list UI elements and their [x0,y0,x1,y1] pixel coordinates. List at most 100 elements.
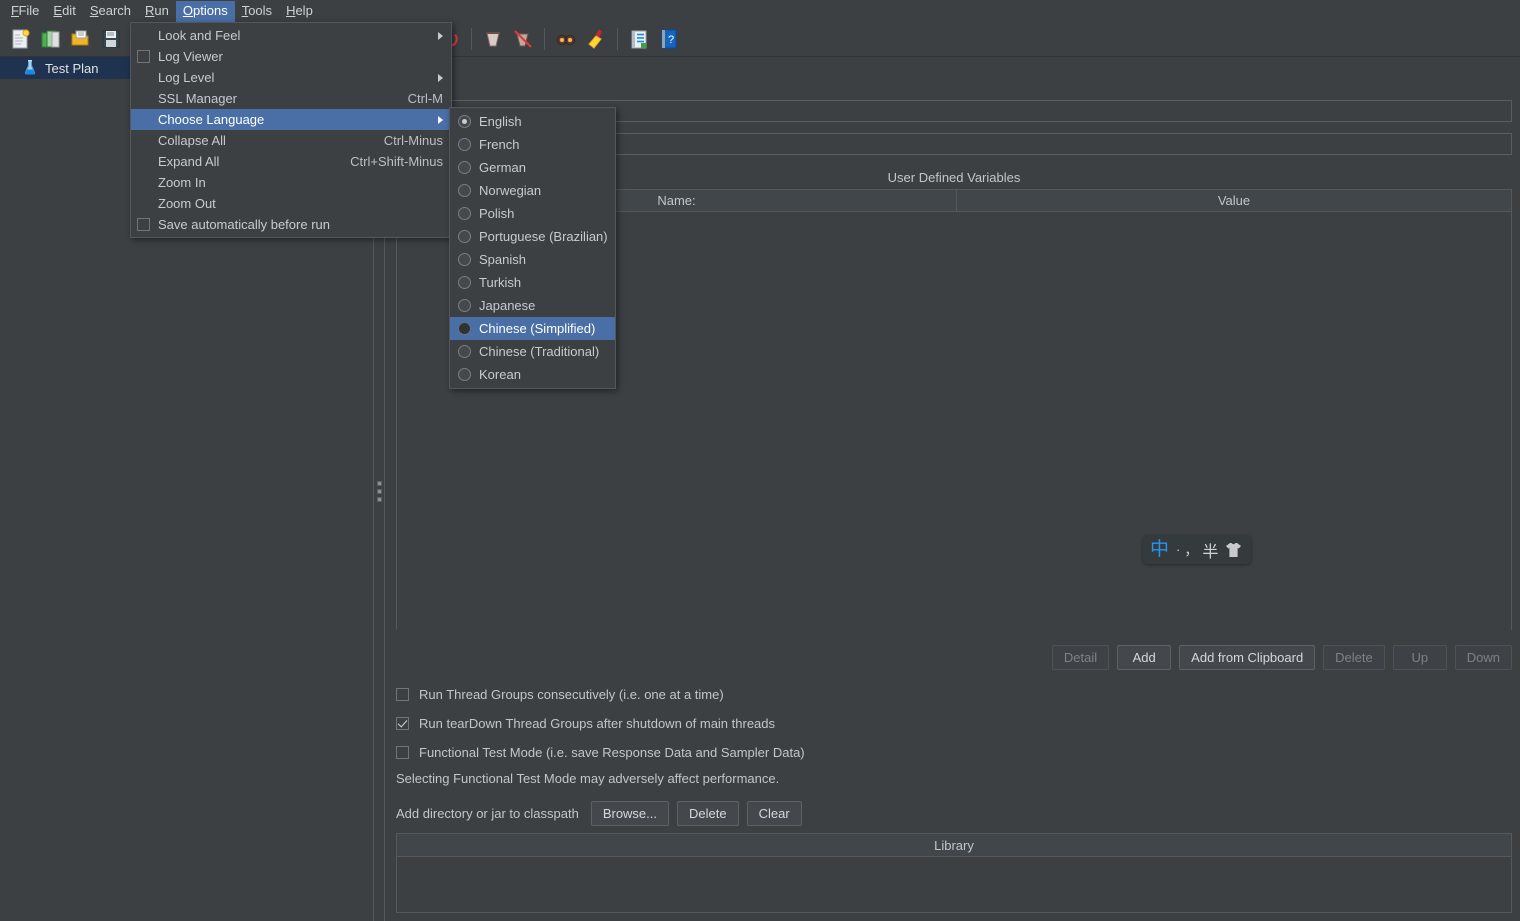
language-item-chinese-traditional-label: Chinese (Traditional) [479,344,600,359]
clear-icon[interactable] [480,26,506,52]
menu-item-look-and-feel[interactable]: Look and Feel [131,25,451,46]
menu-item-log-level[interactable]: Log Level [131,67,451,88]
menu-item-log-viewer-label: Log Viewer [158,49,223,64]
menu-item-zoom-out[interactable]: Zoom Out [131,193,451,214]
radio-english-icon[interactable] [458,115,471,128]
column-header-library[interactable]: Library [397,834,1511,857]
toolbar-separator [544,28,545,50]
menu-item-expand-all[interactable]: Expand All Ctrl+Shift-Minus [131,151,451,172]
help-icon[interactable]: ? [656,26,682,52]
down-button[interactable]: Down [1454,645,1512,670]
svg-text:?: ? [668,34,674,46]
menu-item-ssl-manager-accel: Ctrl-M [407,91,443,106]
ime-mode-chinese-icon[interactable]: 中 [1150,540,1169,559]
ime-punctuation-icon[interactable]: · [1176,542,1180,557]
language-item-korean-label: Korean [479,367,521,382]
menu-options[interactable]: Options [175,0,235,22]
add-from-clipboard-button[interactable]: Add from Clipboard [1179,645,1316,670]
language-item-spanish[interactable]: Spanish [450,248,615,271]
functional-test-mode-checkbox[interactable] [396,746,409,759]
open-icon[interactable] [68,26,94,52]
templates-icon[interactable] [38,26,64,52]
menu-item-look-and-feel-label: Look and Feel [158,28,241,43]
menu-item-collapse-all[interactable]: Collapse All Ctrl-Minus [131,130,451,151]
column-header-value[interactable]: Value [957,190,1511,211]
language-item-chinese-simplified[interactable]: Chinese (Simplified) [450,317,615,340]
language-item-korean[interactable]: Korean [450,363,615,386]
menu-item-collapse-all-accel: Ctrl-Minus [383,133,443,148]
radio-polish-icon[interactable] [458,207,471,220]
language-item-portuguese-brazilian[interactable]: Portuguese (Brazilian) [450,225,615,248]
menu-item-zoom-in[interactable]: Zoom In [131,172,451,193]
functional-test-mode-label: Functional Test Mode (i.e. save Response… [419,745,805,760]
menu-item-choose-language-label: Choose Language [158,112,265,127]
delete-button[interactable]: Delete [1323,645,1385,670]
menu-item-choose-language[interactable]: Choose Language [131,109,451,130]
language-item-turkish-label: Turkish [479,275,522,290]
run-teardown-option[interactable]: Run tearDown Thread Groups after shutdow… [396,716,775,731]
add-button[interactable]: Add [1117,645,1172,670]
menu-run[interactable]: Run [138,1,176,22]
function-helper-icon[interactable] [626,26,652,52]
menu-search[interactable]: Search [83,1,138,22]
radio-spanish-icon[interactable] [458,253,471,266]
radio-french-icon[interactable] [458,138,471,151]
search-icon[interactable] [553,26,579,52]
library-table[interactable]: Library [396,833,1512,913]
menu-item-log-viewer[interactable]: Log Viewer [131,46,451,67]
radio-portuguese-icon[interactable] [458,230,471,243]
language-item-norwegian[interactable]: Norwegian [450,179,615,202]
ime-halfwidth-icon[interactable]: 半 [1202,538,1218,562]
menu-bar: FFile Edit Search Run Options Tools Help [0,0,1520,22]
ime-toolbar[interactable]: 中 · ， 半 [1143,535,1251,564]
save-automatically-checkbox[interactable] [137,218,150,231]
menu-help[interactable]: Help [279,1,320,22]
language-item-turkish[interactable]: Turkish [450,271,615,294]
radio-norwegian-icon[interactable] [458,184,471,197]
run-consecutively-label: Run Thread Groups consecutively (i.e. on… [419,687,724,702]
ime-comma-icon[interactable]: ， [1184,540,1198,560]
language-item-polish[interactable]: Polish [450,202,615,225]
menu-item-ssl-manager[interactable]: SSL Manager Ctrl-M [131,88,451,109]
classpath-delete-button[interactable]: Delete [677,801,739,826]
language-item-german[interactable]: German [450,156,615,179]
menu-item-log-level-label: Log Level [158,70,215,85]
options-menu-popup: Look and Feel Log Viewer Log Level SSL M… [130,22,452,238]
splitter-grip[interactable] [377,481,383,505]
language-item-chinese-traditional[interactable]: Chinese (Traditional) [450,340,615,363]
language-item-french[interactable]: French [450,133,615,156]
run-consecutively-checkbox[interactable] [396,688,409,701]
language-item-german-label: German [479,160,526,175]
menu-edit[interactable]: Edit [46,1,82,22]
language-item-japanese[interactable]: Japanese [450,294,615,317]
classpath-clear-button[interactable]: Clear [746,801,802,826]
up-button[interactable]: Up [1392,645,1447,670]
functional-test-mode-option[interactable]: Functional Test Mode (i.e. save Response… [396,745,805,760]
language-item-english-label: English [479,114,522,129]
radio-chinese-traditional-icon[interactable] [458,345,471,358]
test-plan-flask-icon [22,59,38,78]
radio-korean-icon[interactable] [458,368,471,381]
run-teardown-checkbox[interactable] [396,717,409,730]
radio-turkish-icon[interactable] [458,276,471,289]
radio-chinese-simplified-icon[interactable] [458,322,471,335]
detail-button[interactable]: Detail [1051,645,1110,670]
reset-search-icon[interactable] [583,26,609,52]
menu-item-save-automatically[interactable]: Save automatically before run [131,214,451,235]
radio-german-icon[interactable] [458,161,471,174]
radio-japanese-icon[interactable] [458,299,471,312]
save-icon[interactable] [98,26,124,52]
run-thread-groups-consecutively-option[interactable]: Run Thread Groups consecutively (i.e. on… [396,687,724,702]
new-test-plan-icon[interactable] [8,26,34,52]
shirt-icon[interactable] [1225,542,1242,558]
classpath-row: Add directory or jar to classpath Browse… [396,801,802,826]
menu-item-zoom-in-label: Zoom In [158,175,206,190]
clear-all-icon[interactable] [510,26,536,52]
browse-button[interactable]: Browse... [590,801,669,826]
run-teardown-label: Run tearDown Thread Groups after shutdow… [419,716,776,731]
menu-tools[interactable]: Tools [235,1,279,22]
menu-item-expand-all-accel: Ctrl+Shift-Minus [350,154,443,169]
menu-file[interactable]: FFile [4,1,46,22]
log-viewer-checkbox[interactable] [137,50,150,63]
language-item-english[interactable]: English [450,110,615,133]
